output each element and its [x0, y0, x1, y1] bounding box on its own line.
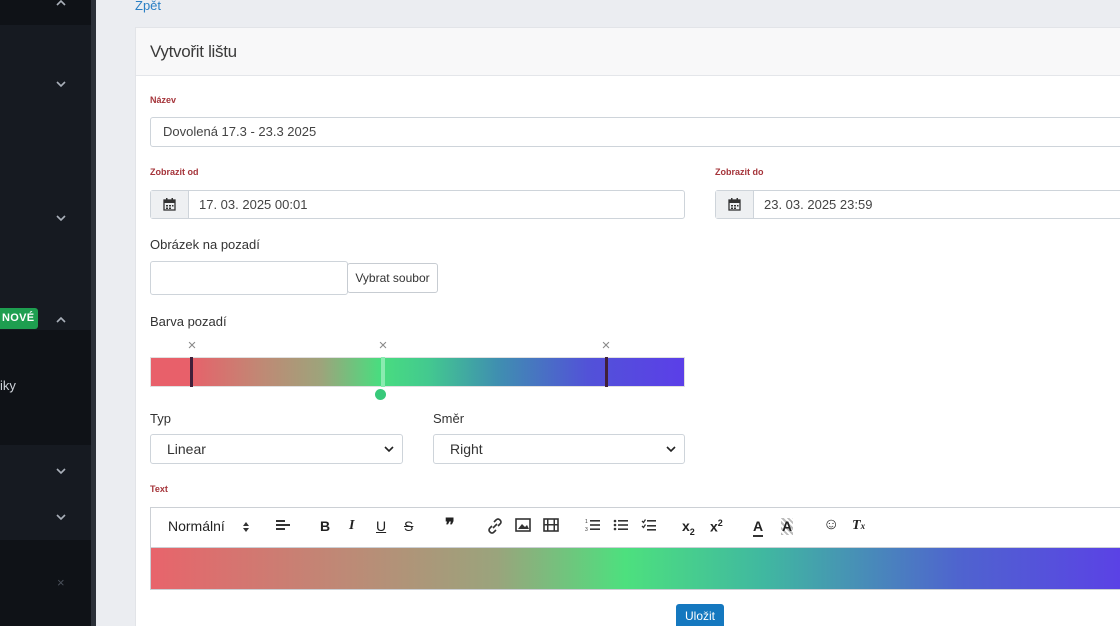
remove-stop-icon[interactable]: × [185, 338, 199, 353]
image-icon[interactable] [515, 518, 531, 538]
show-from-value[interactable]: 17. 03. 2025 00:01 [189, 191, 317, 218]
name-input[interactable]: Dovolená 17.3 - 23.3 2025 [150, 117, 1120, 147]
text-editor[interactable] [150, 547, 1120, 590]
direction-select[interactable]: Right [433, 434, 685, 464]
svg-text:1: 1 [585, 519, 588, 525]
type-label: Typ [150, 411, 171, 426]
type-select[interactable]: Linear [150, 434, 403, 464]
chevron-up-icon[interactable] [54, 0, 68, 10]
bullet-list-icon[interactable] [613, 518, 629, 538]
gradient-stop[interactable] [605, 357, 608, 387]
ordered-list-icon[interactable]: 13 [585, 518, 601, 538]
editor-toolbar: Normální B I U S ❞ 13 x2 x2 A A ☺ Tx [150, 507, 1120, 548]
quote-icon[interactable]: ❞ [445, 515, 455, 535]
background-color-icon[interactable]: A [781, 518, 794, 535]
card-header: Vytvořit lištu [136, 28, 1120, 76]
text-color-icon[interactable]: A [753, 518, 764, 537]
bg-color-label: Barva pozadí [150, 314, 227, 329]
save-button[interactable]: Uložit [676, 604, 724, 626]
text-label: Text [150, 484, 168, 494]
show-from-field[interactable]: 17. 03. 2025 00:01 [150, 190, 685, 219]
strike-icon[interactable]: S [404, 518, 413, 538]
checklist-icon[interactable] [641, 518, 657, 538]
name-label: Název [150, 95, 177, 105]
show-to-field[interactable]: 23. 03. 2025 23:59 [715, 190, 1120, 219]
chevron-down-icon[interactable] [54, 510, 68, 524]
sidebar-section [0, 0, 91, 25]
type-select-value: Linear [167, 441, 206, 457]
chevron-down-icon [384, 446, 394, 453]
chevron-down-icon[interactable] [54, 211, 68, 225]
direction-label: Směr [433, 411, 465, 426]
sort-icon [243, 522, 249, 532]
format-select-value: Normální [168, 518, 225, 534]
sidebar-divider [91, 0, 96, 626]
bg-image-label: Obrázek na pozadí [150, 237, 260, 252]
italic-icon[interactable]: I [349, 518, 354, 538]
align-left-icon[interactable] [275, 518, 291, 538]
chevron-up-icon[interactable] [54, 313, 68, 327]
remove-stop-icon[interactable]: × [599, 338, 613, 353]
sidebar-item-label[interactable]: iky [0, 378, 16, 393]
stop-drag-handle[interactable] [375, 389, 386, 400]
gradient-stop[interactable] [190, 357, 193, 387]
calendar-icon[interactable] [716, 191, 754, 218]
choose-file-button[interactable]: Vybrat soubor [347, 263, 438, 293]
emoji-icon[interactable]: ☺ [823, 516, 839, 536]
chevron-down-icon[interactable] [54, 77, 68, 91]
show-to-value[interactable]: 23. 03. 2025 23:59 [754, 191, 882, 218]
link-icon[interactable] [487, 518, 503, 538]
new-badge: NOVÉ [0, 308, 38, 329]
file-input[interactable] [150, 261, 348, 295]
show-from-label: Zobrazit od [150, 167, 199, 177]
calendar-icon[interactable] [151, 191, 189, 218]
close-icon[interactable]: × [57, 575, 65, 590]
chevron-down-icon[interactable] [54, 464, 68, 478]
remove-stop-icon[interactable]: × [376, 338, 390, 353]
chevron-down-icon [666, 446, 676, 453]
svg-text:3: 3 [585, 527, 588, 532]
gradient-stop-selected[interactable] [381, 357, 385, 387]
back-link[interactable]: Zpět [135, 0, 161, 13]
bold-icon[interactable]: B [320, 518, 330, 538]
subscript-icon[interactable]: x2 [682, 518, 695, 538]
superscript-icon[interactable]: x2 [710, 518, 723, 538]
page-title: Vytvořit lištu [150, 42, 237, 61]
underline-icon[interactable]: U [376, 518, 386, 538]
show-to-label: Zobrazit do [715, 167, 764, 177]
sidebar-section [0, 540, 91, 626]
video-icon[interactable] [543, 518, 559, 538]
format-select[interactable]: Normální [168, 518, 253, 538]
clear-format-icon[interactable]: Tx [852, 518, 865, 538]
direction-select-value: Right [450, 441, 483, 457]
